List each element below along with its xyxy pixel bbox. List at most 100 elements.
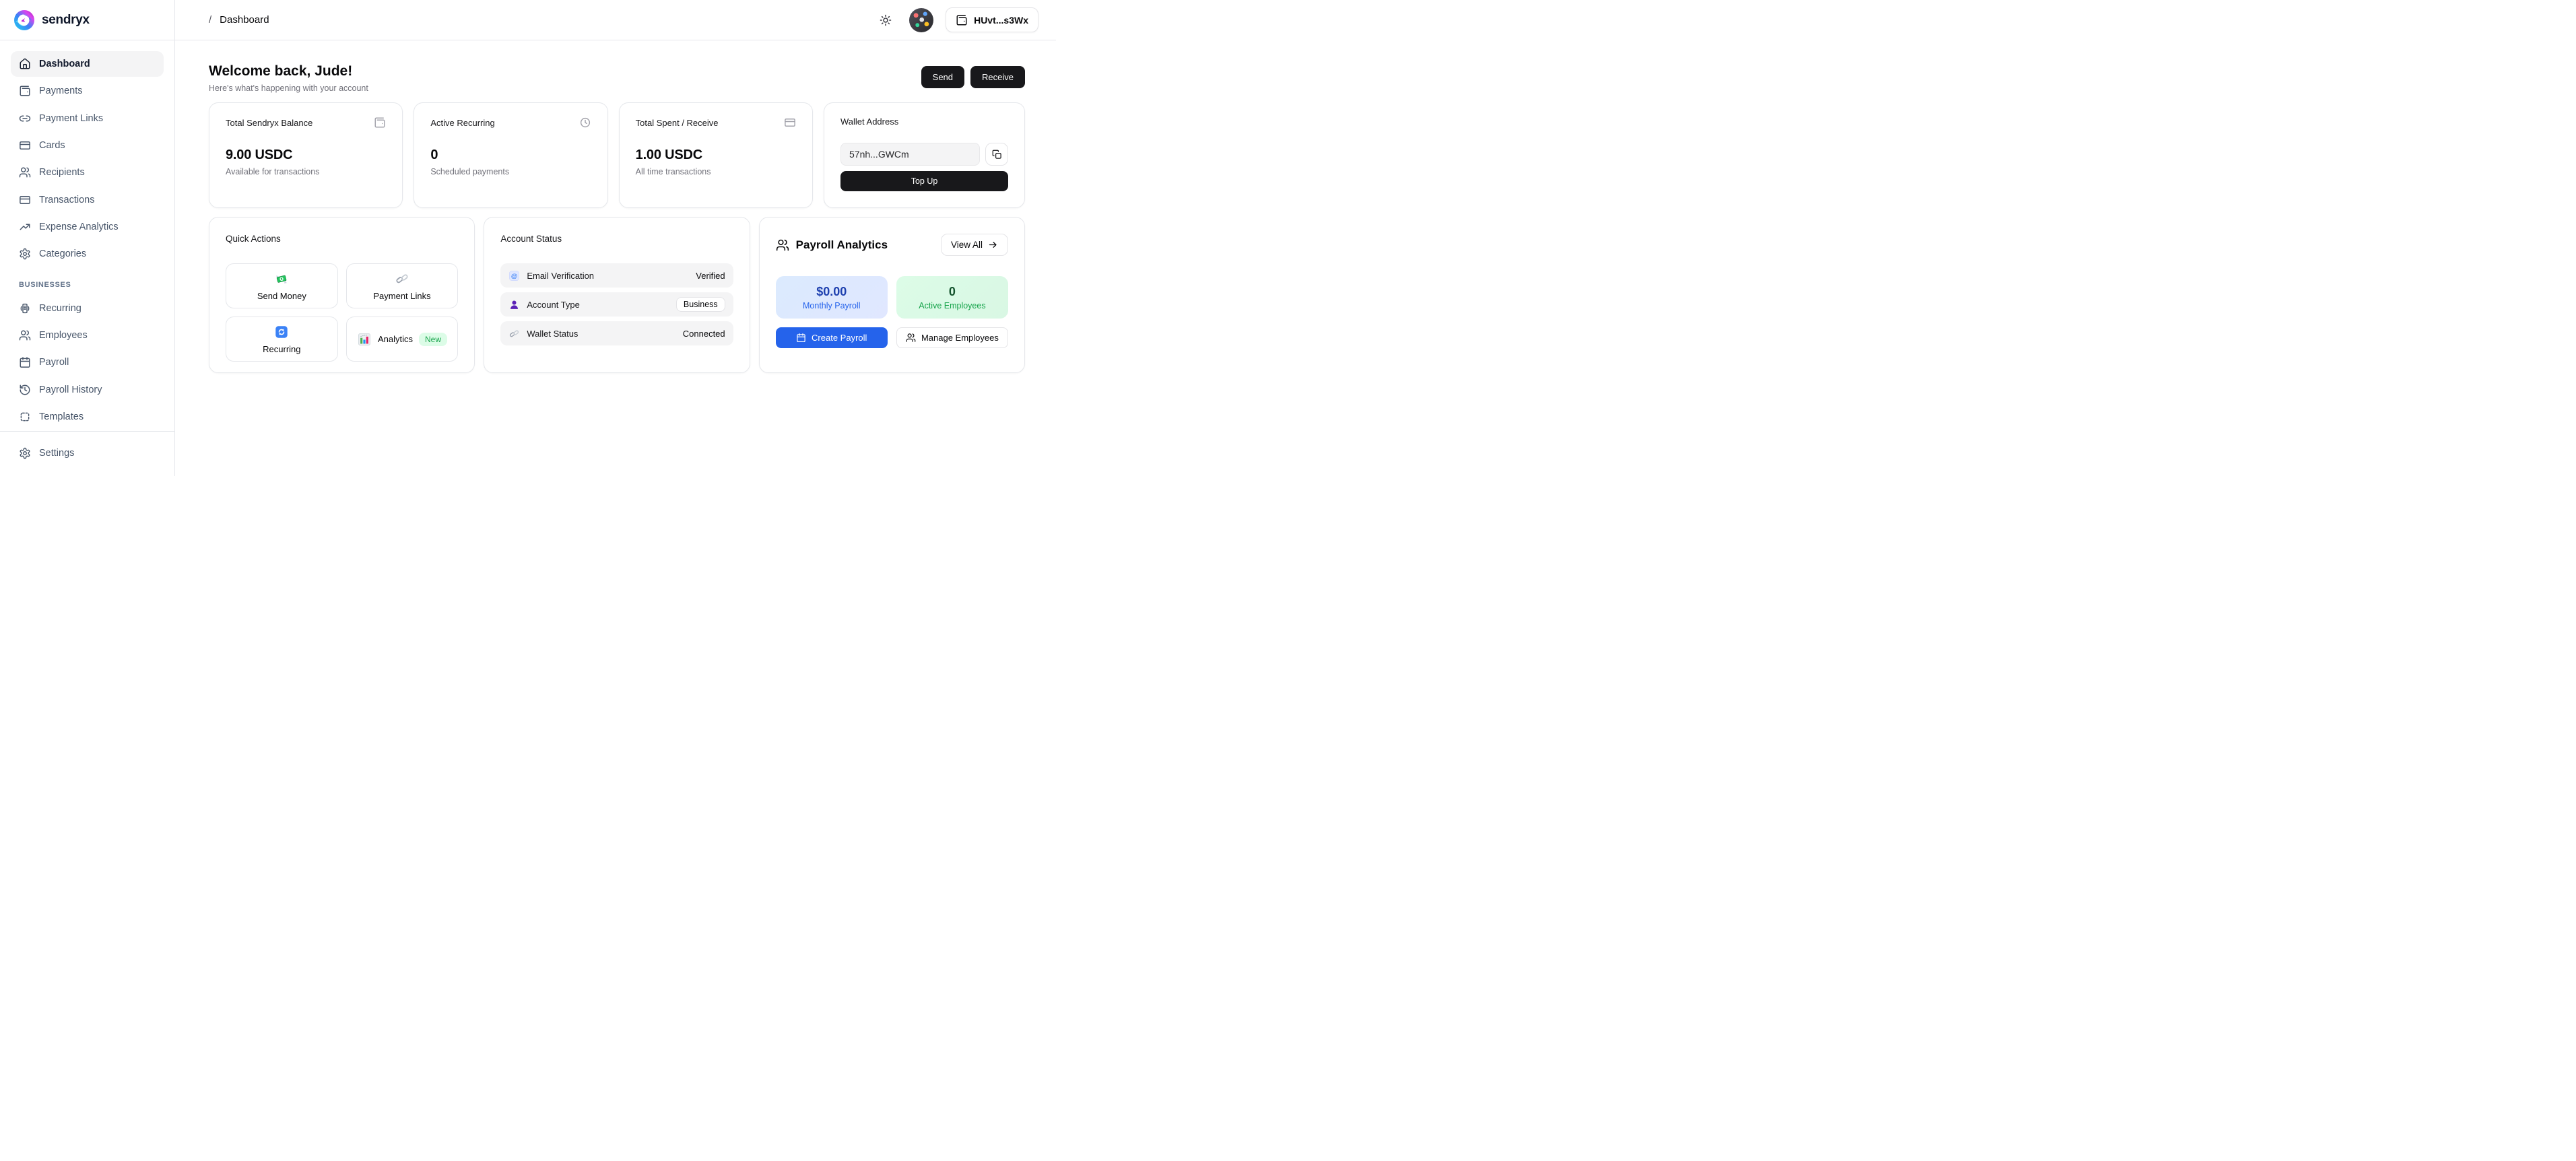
wallet-address-input[interactable] xyxy=(840,143,980,166)
copy-icon xyxy=(992,150,1002,160)
dashed-square-icon xyxy=(19,411,31,423)
wallet-icon xyxy=(19,85,31,97)
sidebar-item-payments[interactable]: Payments xyxy=(11,78,164,104)
sidebar-item-label: Categories xyxy=(39,248,86,259)
gear-icon xyxy=(19,447,31,459)
sidebar: sendryx Dashboard Payments Payment Links… xyxy=(0,0,175,476)
wallet-address-button[interactable]: HUvt...s3Wx xyxy=(946,7,1038,32)
active-recurring-card: Active Recurring 0 Scheduled payments xyxy=(414,102,607,208)
quick-action-analytics[interactable]: Analytics New xyxy=(346,317,459,362)
quick-action-send-money[interactable]: Send Money xyxy=(226,263,338,308)
quick-action-recurring[interactable]: Recurring xyxy=(226,317,338,362)
email-verification-row: @ Email Verification Verified xyxy=(500,263,733,288)
sidebar-item-categories[interactable]: Categories xyxy=(11,241,164,267)
sidebar-item-label: Expense Analytics xyxy=(39,222,119,232)
status-label: Wallet Status xyxy=(527,329,578,339)
status-label: Email Verification xyxy=(527,271,594,281)
svg-text:@: @ xyxy=(511,272,517,279)
sidebar-item-recurring[interactable]: Recurring xyxy=(11,296,164,321)
sidebar-item-settings[interactable]: Settings xyxy=(11,440,164,467)
sidebar-item-dashboard[interactable]: Dashboard xyxy=(11,51,164,77)
quick-actions-card: Quick Actions xyxy=(209,217,475,373)
sidebar-item-transactions[interactable]: Transactions xyxy=(11,187,164,213)
sidebar-item-employees[interactable]: Employees xyxy=(11,323,164,348)
stat-caption: Scheduled payments xyxy=(430,167,591,176)
credit-card-icon xyxy=(19,194,31,206)
gear-icon xyxy=(19,248,31,260)
stat-cards-row: Total Sendryx Balance 9.00 USDC Availabl… xyxy=(209,102,1025,208)
sidebar-item-label: Recurring xyxy=(39,303,81,314)
status-value: Connected xyxy=(683,329,725,339)
sidebar-nav: Dashboard Payments Payment Links Cards R… xyxy=(0,40,174,431)
sidebar-item-expense-analytics[interactable]: Expense Analytics xyxy=(11,214,164,240)
credit-card-icon xyxy=(19,139,31,152)
clock-icon xyxy=(579,117,591,129)
sidebar-item-label: Payments xyxy=(39,86,82,96)
sidebar-item-recipients[interactable]: Recipients xyxy=(11,160,164,185)
breadcrumb-separator: / xyxy=(209,14,211,26)
copy-address-button[interactable] xyxy=(985,143,1008,166)
stat-value: 9.00 USDC xyxy=(226,147,386,163)
wallet-address-card: Wallet Address Top Up xyxy=(824,102,1025,208)
sendryx-logo-icon xyxy=(13,9,35,31)
brand: sendryx xyxy=(0,0,174,40)
history-icon xyxy=(19,384,31,396)
create-payroll-button[interactable]: Create Payroll xyxy=(776,327,888,348)
wallet-icon xyxy=(374,117,386,129)
sun-icon xyxy=(879,13,892,27)
status-value-pill: Business xyxy=(676,297,725,312)
payroll-analytics-title: Payroll Analytics xyxy=(796,238,888,252)
sidebar-item-label: Payment Links xyxy=(39,113,103,124)
total-balance-card: Total Sendryx Balance 9.00 USDC Availabl… xyxy=(209,102,403,208)
sidebar-item-label: Transactions xyxy=(39,195,94,205)
users-icon xyxy=(19,329,31,341)
sidebar-footer: Settings xyxy=(0,431,174,476)
theme-toggle-button[interactable] xyxy=(874,9,897,32)
stat-label: Active Recurring xyxy=(430,118,494,128)
sidebar-item-payroll[interactable]: Payroll xyxy=(11,350,164,375)
quick-action-label: Payment Links xyxy=(373,291,430,301)
page-title: Welcome back, Jude! xyxy=(209,63,368,79)
avatar[interactable] xyxy=(909,8,933,32)
sidebar-item-templates[interactable]: Templates xyxy=(11,404,164,430)
quick-action-payment-links[interactable]: Payment Links xyxy=(346,263,459,308)
wallet-address-label: Wallet Address xyxy=(840,117,898,127)
calendar-icon xyxy=(796,333,806,343)
sidebar-item-payroll-history[interactable]: Payroll History xyxy=(11,376,164,402)
stat-caption: Available for transactions xyxy=(226,167,386,176)
wallet-status-row: Wallet Status Connected xyxy=(500,321,733,345)
send-button[interactable]: Send xyxy=(921,66,964,88)
money-with-wings-icon xyxy=(274,271,289,286)
sidebar-item-payment-links[interactable]: Payment Links xyxy=(11,106,164,131)
person-icon xyxy=(508,299,520,310)
view-all-button[interactable]: View All xyxy=(941,234,1008,256)
account-status-card: Account Status @ Email Verification Veri… xyxy=(484,217,750,373)
receive-button[interactable]: Receive xyxy=(970,66,1025,88)
second-row: Quick Actions xyxy=(209,217,1025,373)
sidebar-item-label: Recipients xyxy=(39,167,85,178)
quick-action-label: Send Money xyxy=(257,291,306,301)
sidebar-item-label: Payroll xyxy=(39,357,69,368)
sidebar-item-cards[interactable]: Cards xyxy=(11,133,164,158)
stat-value: 0 xyxy=(430,147,591,163)
manage-employees-button[interactable]: Manage Employees xyxy=(896,327,1008,348)
payroll-analytics-card: Payroll Analytics View All $0.00 Monthly… xyxy=(759,217,1025,373)
topbar: / Dashboard HUvt...s3Wx xyxy=(175,0,1056,40)
breadcrumb: Dashboard xyxy=(220,14,269,26)
calendar-icon xyxy=(19,356,31,368)
monthly-payroll-value: $0.00 xyxy=(816,285,847,299)
main-content: Welcome back, Jude! Here's what's happen… xyxy=(175,40,1056,476)
credit-card-icon xyxy=(784,117,796,129)
chain-link-icon xyxy=(508,328,520,339)
page-subtitle: Here's what's happening with your accoun… xyxy=(209,84,368,93)
top-up-button[interactable]: Top Up xyxy=(840,171,1008,191)
sidebar-item-label: Settings xyxy=(39,448,74,459)
sidebar-item-label: Payroll History xyxy=(39,385,102,395)
email-icon: @ xyxy=(508,270,520,281)
sidebar-item-label: Cards xyxy=(39,140,65,151)
stat-label: Total Spent / Receive xyxy=(636,118,719,128)
users-icon xyxy=(776,238,789,252)
wallet-icon xyxy=(956,14,968,26)
quick-actions-title: Quick Actions xyxy=(226,234,458,244)
users-icon xyxy=(906,333,916,343)
